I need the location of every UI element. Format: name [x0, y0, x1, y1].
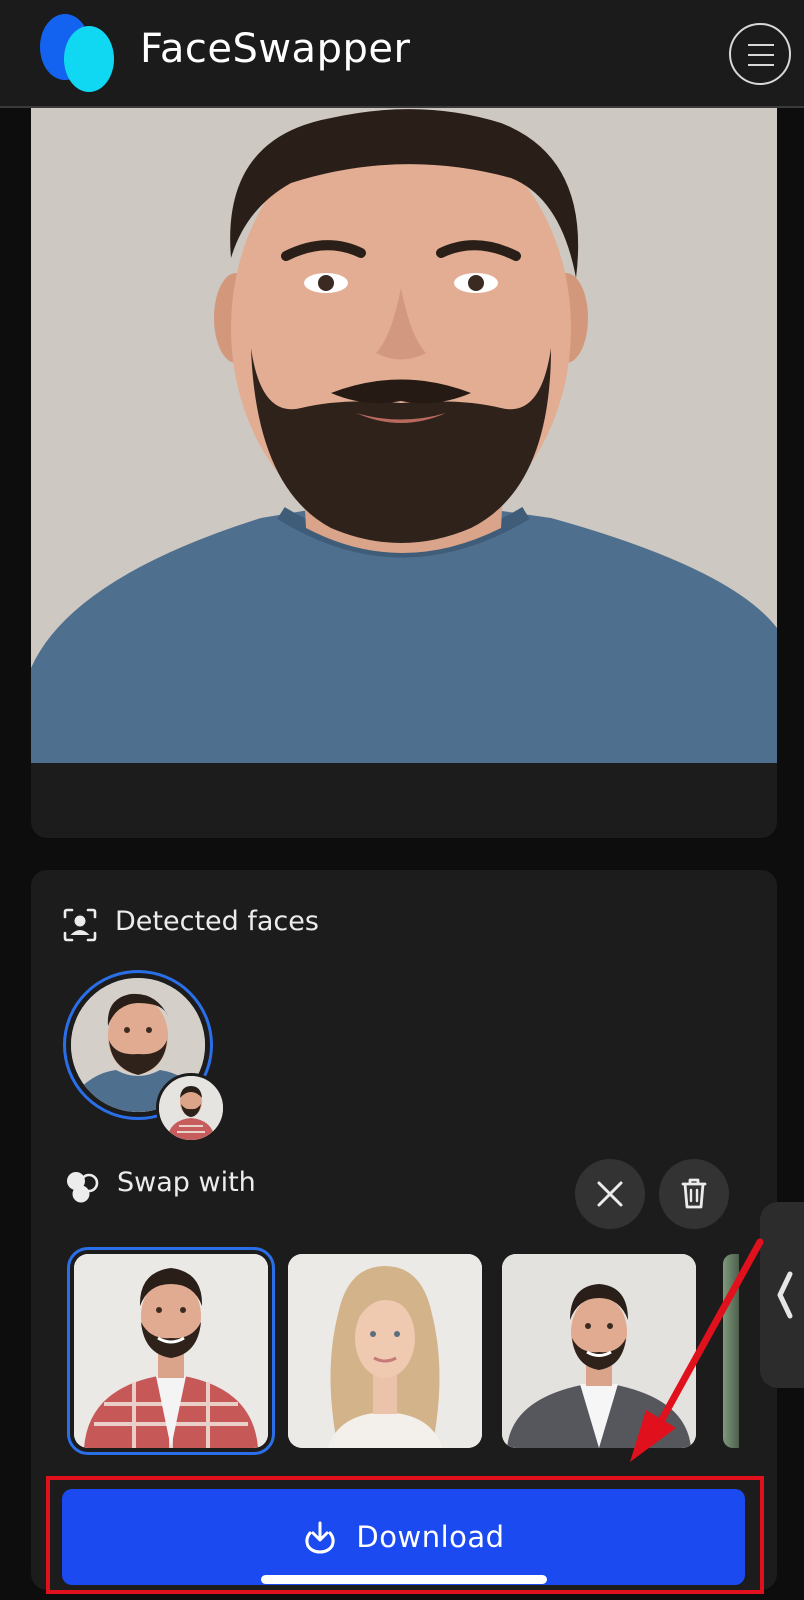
app-title: FaceSwapper — [140, 26, 411, 72]
swap-option-man-plaid[interactable] — [67, 1247, 275, 1455]
download-button[interactable]: Download — [62, 1489, 745, 1585]
close-icon — [597, 1181, 623, 1207]
swap-option-woman-blonde[interactable] — [288, 1254, 482, 1448]
trash-icon — [681, 1178, 707, 1209]
swap-target-mini-avatar — [156, 1073, 226, 1143]
delete-button[interactable] — [659, 1159, 729, 1229]
hamburger-icon — [748, 44, 774, 46]
preview-card — [31, 108, 777, 838]
download-icon — [305, 1521, 336, 1554]
app-header: FaceSwapper — [0, 0, 804, 108]
swap-option-man-suit[interactable] — [502, 1254, 696, 1448]
face-scan-icon — [63, 908, 97, 942]
swap-faces-icon — [67, 1172, 99, 1203]
chevron-left-icon — [777, 1271, 793, 1319]
side-drawer-tab[interactable] — [760, 1202, 804, 1388]
faceswapper-logo[interactable] — [40, 14, 116, 92]
clear-selection-button[interactable] — [575, 1159, 645, 1229]
swap-option-partial[interactable] — [723, 1254, 739, 1448]
result-photo — [31, 108, 777, 763]
download-label: Download — [356, 1520, 505, 1554]
menu-button[interactable] — [729, 23, 791, 85]
home-indicator[interactable] — [261, 1575, 547, 1584]
swap-with-label: Swap with — [117, 1167, 256, 1198]
detected-face-avatar[interactable] — [63, 970, 226, 1143]
detected-faces-label: Detected faces — [115, 906, 319, 937]
